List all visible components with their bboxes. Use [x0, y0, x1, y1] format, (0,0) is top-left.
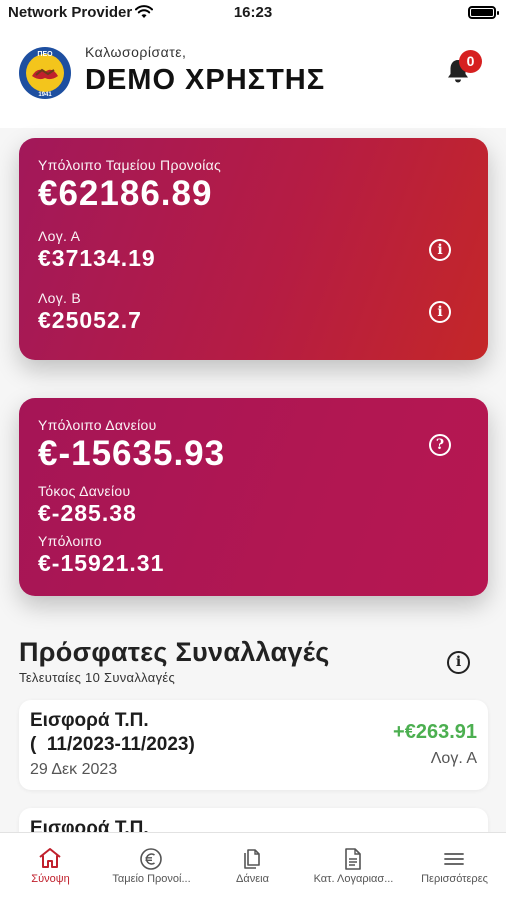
home-icon — [39, 848, 61, 868]
account-b-info-icon[interactable]: i — [429, 301, 451, 323]
loan-remaining-label: Υπόλοιπο — [38, 533, 102, 549]
tab-account-statement[interactable]: Κατ. Λογαριασ... — [303, 833, 404, 900]
account-a-label: Λογ. Α — [38, 228, 81, 244]
battery-icon — [468, 6, 499, 19]
statement-icon — [345, 848, 361, 870]
recent-transactions-title: Πρόσφατες Συναλλαγές — [19, 637, 330, 667]
transaction-item[interactable]: Εισφορά Τ.Π. ( 11/2023-11/2023) 29 Δεκ 2… — [19, 700, 488, 790]
provident-balance-label: Υπόλοιπο Ταμείου Προνοίας — [38, 157, 222, 173]
user-name: DEMO ΧΡΗΣΤΗΣ — [85, 64, 326, 96]
tab-label: Σύνοψη — [31, 873, 70, 885]
menu-icon — [444, 853, 464, 865]
provident-balance-value: €62186.89 — [38, 174, 213, 213]
header: ΠΕΟ 1941 Καλωσορίσατε, DEMO ΧΡΗΣΤΗΣ 0 — [0, 28, 506, 128]
transactions-info-icon[interactable]: i — [447, 651, 470, 674]
notification-badge[interactable]: 0 — [459, 50, 482, 73]
tab-summary[interactable]: Σύνοψη — [0, 833, 101, 900]
loan-balance-label: Υπόλοιπο Δανείου — [38, 417, 157, 433]
loan-interest-label: Τόκος Δανείου — [38, 483, 131, 499]
loan-balance-value: €-15635.93 — [38, 434, 226, 473]
tab-label: Περισσότερες — [421, 873, 488, 885]
logo-text-top: ΠΕΟ — [37, 51, 53, 58]
transaction-title: Εισφορά Τ.Π. ( 11/2023-11/2023) — [30, 710, 195, 755]
loan-remaining-value: €-15921.31 — [38, 550, 165, 576]
loan-interest-value: €-285.38 — [38, 500, 137, 526]
welcome-text: Καλωσορίσατε, — [85, 44, 187, 60]
tab-more[interactable]: Περισσότερες — [404, 833, 505, 900]
provident-fund-card[interactable]: Υπόλοιπο Ταμείου Προνοίας €62186.89 Λογ.… — [19, 138, 488, 360]
organization-logo: ΠΕΟ 1941 — [19, 47, 71, 99]
account-b-label: Λογ. Β — [38, 290, 82, 306]
recent-transactions-subtitle: Τελευταίες 10 Συναλλαγές — [19, 670, 176, 685]
tab-loans[interactable]: Δάνεια — [202, 833, 303, 900]
account-b-value: €25052.7 — [38, 307, 142, 333]
tab-provident-fund[interactable]: Ταμείο Προνοί... — [101, 833, 202, 900]
tab-label: Δάνεια — [236, 873, 269, 885]
status-bar: Network Provider 16:23 — [0, 0, 506, 28]
clock-label: 16:23 — [233, 4, 273, 21]
euro-icon — [140, 848, 162, 870]
logo-text-bottom: 1941 — [38, 92, 52, 98]
loan-help-icon[interactable]: ? — [429, 434, 451, 456]
tab-label: Ταμείο Προνοί... — [112, 873, 191, 885]
transaction-account: Λογ. Α — [430, 750, 477, 767]
tab-label: Κατ. Λογαριασ... — [313, 873, 394, 885]
bottom-tab-bar: Σύνοψη Ταμείο Προνοί... Δάνεια Κατ. Λογα… — [0, 832, 506, 900]
account-a-info-icon[interactable]: i — [429, 239, 451, 261]
loan-card[interactable]: Υπόλοιπο Δανείου €-15635.93 ? Τόκος Δανε… — [19, 398, 488, 596]
transaction-date: 29 Δεκ 2023 — [30, 761, 118, 778]
documents-icon — [244, 849, 260, 869]
transaction-amount: +€263.91 — [393, 721, 477, 743]
account-a-value: €37134.19 — [38, 245, 156, 271]
